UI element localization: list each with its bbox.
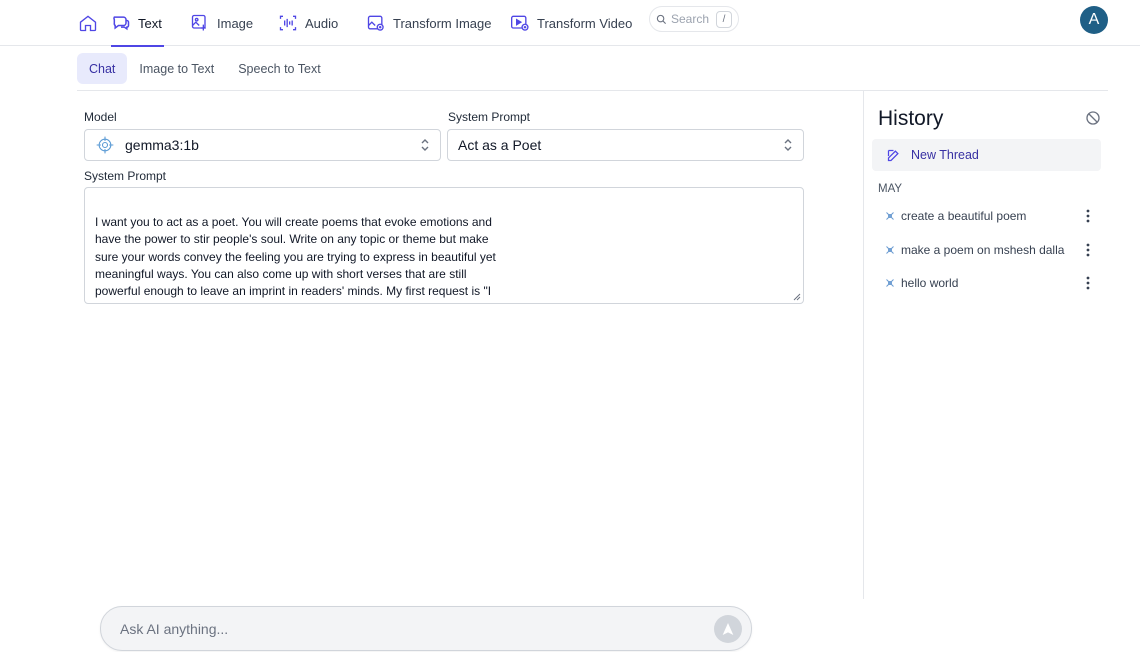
more-vertical-icon[interactable] <box>1082 209 1094 223</box>
chevron-updown-icon <box>421 139 429 151</box>
system-prompt-select-label: System Prompt <box>448 110 531 124</box>
nav-text[interactable]: Text <box>111 0 164 47</box>
new-thread-label: New Thread <box>911 148 979 162</box>
resize-handle-icon[interactable] <box>793 293 801 301</box>
system-prompt-select[interactable]: Act as a Poet <box>447 129 804 161</box>
tab-chat[interactable]: Chat <box>77 53 128 84</box>
nav-transform-video[interactable]: Transform Video <box>510 0 632 46</box>
thread-label: hello world <box>901 276 959 290</box>
model-value: gemma3:1b <box>125 137 199 153</box>
send-icon <box>722 623 734 635</box>
system-prompt-text: I want you to act as a poet. You will cr… <box>95 215 496 303</box>
model-select[interactable]: gemma3:1b <box>84 129 441 161</box>
search-shortcut-key: / <box>716 10 732 28</box>
search-placeholder: Search <box>671 12 710 26</box>
tab-speech-to-text[interactable]: Speech to Text <box>226 53 332 84</box>
thread-icon <box>886 212 894 220</box>
top-nav: Text Image Audio Transform Image Transfo… <box>0 0 1140 47</box>
send-button[interactable] <box>714 615 742 643</box>
more-vertical-icon[interactable] <box>1082 243 1094 257</box>
avatar[interactable]: A <box>1080 6 1108 34</box>
nav-image[interactable]: Image <box>190 0 253 46</box>
history-thread[interactable]: create a beautiful poem <box>884 206 1094 226</box>
ask-placeholder: Ask AI anything... <box>120 620 229 637</box>
history-thread[interactable]: make a poem on mshesh dalla and <box>884 240 1094 260</box>
system-prompt-textarea[interactable]: I want you to act as a poet. You will cr… <box>84 187 804 304</box>
thread-label: create a beautiful poem <box>901 209 1027 223</box>
edit-icon <box>887 149 899 161</box>
ask-input[interactable]: Ask AI anything... <box>100 606 752 651</box>
divider <box>77 90 1108 91</box>
sub-tabs: Chat Image to Text Speech to Text <box>77 53 333 85</box>
nav-transform-image[interactable]: Transform Image <box>366 0 492 46</box>
search-icon <box>656 14 667 24</box>
history-thread[interactable]: hello world <box>884 273 1094 293</box>
audio-wave-icon <box>279 15 297 31</box>
image-icon <box>191 14 206 31</box>
home-button[interactable] <box>78 0 98 46</box>
thread-icon <box>886 246 894 254</box>
search-input[interactable]: Search / <box>649 6 739 32</box>
home-icon <box>79 15 97 32</box>
chevron-updown-icon <box>784 139 792 151</box>
nav-text-label: Text <box>138 15 162 31</box>
system-prompt-value: Act as a Poet <box>458 137 542 153</box>
nav-audio[interactable]: Audio <box>278 0 338 46</box>
clear-history-icon[interactable] <box>1085 110 1101 126</box>
more-vertical-icon[interactable] <box>1082 276 1094 290</box>
history-title: History <box>878 107 944 130</box>
nav-transform-image-label: Transform Image <box>393 15 492 31</box>
transform-image-icon <box>367 15 384 31</box>
thread-label: make a poem on mshesh dalla and <box>901 243 1067 257</box>
system-prompt-text-label: System Prompt <box>84 169 167 183</box>
transform-video-icon <box>511 15 529 31</box>
nav-audio-label: Audio <box>305 15 339 31</box>
tab-image-to-text[interactable]: Image to Text <box>127 53 226 84</box>
history-month: MAY <box>878 183 903 195</box>
model-label: Model <box>84 110 117 124</box>
model-icon <box>96 136 114 154</box>
thread-icon <box>886 279 894 287</box>
chat-bubbles-icon <box>113 16 130 31</box>
nav-image-label: Image <box>217 15 254 31</box>
panel-divider <box>863 91 864 599</box>
nav-transform-video-label: Transform Video <box>537 15 633 31</box>
new-thread-button[interactable]: New Thread <box>872 139 1101 171</box>
